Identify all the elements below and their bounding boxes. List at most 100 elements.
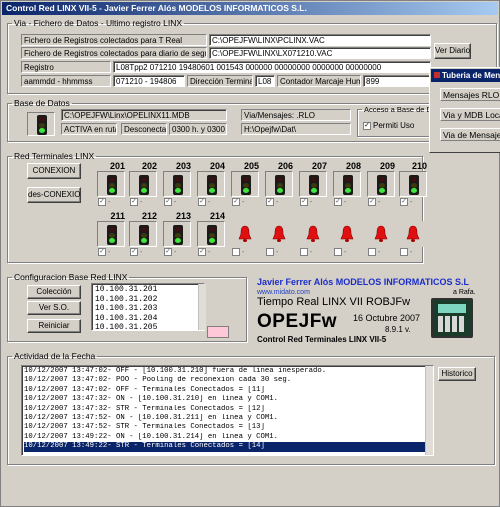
terminal-208[interactable]: 208 ✓ -	[333, 161, 361, 209]
direccion-field[interactable]: L08	[255, 75, 275, 87]
terminal-status-box[interactable]	[231, 221, 259, 247]
ip-item[interactable]: 10.100.31.205	[95, 323, 201, 330]
security-file-field[interactable]: C:\OPEJFW\LINX\LX071210.VAC	[209, 47, 431, 59]
realtime-file-field[interactable]: C:\OPEJFW\LINX\PCLINX.VAC	[209, 34, 431, 46]
terminal-slot[interactable]: -	[399, 211, 427, 259]
terminal-status-box[interactable]	[197, 171, 225, 197]
terminal-checkbox[interactable]: ✓ -	[98, 248, 124, 258]
terminal-202[interactable]: 202 ✓ -	[129, 161, 157, 209]
log-line[interactable]: 10/12/2007 13:47:52- ON - [10.100.31.211…	[24, 414, 431, 423]
terminal-201[interactable]: 201 ✓ -	[97, 161, 125, 209]
terminal-checkbox[interactable]: ✓ -	[130, 198, 156, 208]
terminal-slot[interactable]: -	[367, 211, 395, 259]
terminal-checkbox[interactable]: ✓ -	[400, 198, 426, 208]
terminal-status-box[interactable]	[299, 221, 327, 247]
terminal-status-box[interactable]	[129, 171, 157, 197]
activity-log[interactable]: 10/12/2007 13:47:02- OFF - [10.100.31.21…	[21, 365, 434, 456]
datetime-field[interactable]: 071210 - 194806	[113, 75, 185, 87]
ip-list[interactable]: 10.100.31.201 10.100.31.202 10.100.31.20…	[91, 283, 205, 331]
terminal-209[interactable]: 209 ✓ -	[367, 161, 395, 209]
terminal-checkbox[interactable]: ✓ -	[164, 248, 190, 258]
terminal-slot[interactable]: -	[333, 211, 361, 259]
ip-item[interactable]: 10.100.31.202	[95, 295, 201, 305]
terminal-checkbox[interactable]: ✓ -	[98, 198, 124, 208]
ip-item[interactable]: 10.100.31.203	[95, 304, 201, 314]
conexion-button[interactable]: CONEXION	[27, 163, 81, 179]
log-line[interactable]: 10/12/2007 13:47:02- OFF - [10.100.31.21…	[24, 367, 431, 376]
terminal-status-box[interactable]	[367, 171, 395, 197]
permit-checkbox[interactable]: ✓ Permiti Uso	[363, 120, 414, 131]
terminal-205[interactable]: 205 ✓ -	[231, 161, 259, 209]
terminal-slot[interactable]: -	[299, 211, 327, 259]
terminal-status-box[interactable]	[197, 221, 225, 247]
terminal-status-box[interactable]	[299, 171, 327, 197]
registro-field[interactable]: L08Tpp2 071210 19480601 001543 000000 00…	[113, 61, 431, 73]
log-scrollbar[interactable]	[425, 366, 433, 455]
terminal-checkbox[interactable]: -	[334, 248, 360, 258]
terminal-status-box[interactable]	[231, 171, 259, 197]
reiniciar-button[interactable]: Reiniciar	[27, 319, 81, 333]
menu-item-via-mdb[interactable]: Via y MDB Locales	[440, 108, 500, 121]
terminal-status-box[interactable]	[97, 171, 125, 197]
terminal-status-box[interactable]	[265, 171, 293, 197]
ver-diario-button[interactable]: Ver Diario	[434, 43, 471, 59]
terminal-status-box[interactable]	[97, 221, 125, 247]
log-line[interactable]: 10/12/2007 13:47:32- STR - Terminales Co…	[24, 405, 431, 414]
terminal-checkbox[interactable]: ✓ -	[164, 198, 190, 208]
terminal-number	[265, 211, 293, 221]
terminal-203[interactable]: 203 ✓ -	[163, 161, 191, 209]
historico-button[interactable]: Historico	[438, 367, 476, 381]
terminal-checkbox[interactable]: ✓ -	[130, 248, 156, 258]
terminal-status-box[interactable]	[333, 221, 361, 247]
log-line[interactable]: 10/12/2007 13:47:02- POO - Pooling de re…	[24, 376, 431, 385]
menu-item-rlo[interactable]: Mensajes RLO T.Real	[440, 88, 500, 101]
terminal-status-box[interactable]	[163, 171, 191, 197]
terminal-checkbox[interactable]: -	[368, 248, 394, 258]
terminal-checkbox[interactable]: ✓ -	[334, 198, 360, 208]
log-line[interactable]: 10/12/2007 13:47:02- OFF - Terminales Co…	[24, 386, 431, 395]
ip-list-scrollbar[interactable]	[198, 284, 206, 330]
terminal-status-box[interactable]	[265, 221, 293, 247]
db-status-hours: 0300 h. y 0300 h.	[169, 123, 227, 135]
desconexion-button[interactable]: des-CONEXION	[27, 187, 81, 203]
terminal-status-box[interactable]	[129, 221, 157, 247]
terminal-204[interactable]: 204 ✓ -	[197, 161, 225, 209]
terminal-status-box[interactable]	[399, 171, 427, 197]
log-line-selected[interactable]: 10/12/2007 13:49:22- STR - Terminales Co…	[24, 442, 431, 452]
terminal-checkbox[interactable]: -	[300, 248, 326, 258]
ver-so-button[interactable]: Ver S.O.	[27, 301, 81, 315]
terminal-213[interactable]: 213 ✓ -	[163, 211, 191, 259]
check-icon: ✓	[334, 198, 342, 207]
ip-item[interactable]: 10.100.31.204	[95, 314, 201, 324]
log-line[interactable]: 10/12/2007 13:47:32- ON - [10.100.31.210…	[24, 395, 431, 404]
terminal-slot[interactable]: -	[265, 211, 293, 259]
menu-item-via-lx[interactable]: Via de Mensajes LX	[440, 128, 500, 141]
terminal-checkbox[interactable]: ✓ -	[266, 198, 292, 208]
terminal-checkbox[interactable]: ✓ -	[232, 198, 258, 208]
product-name: Tiempo Real LINX VII ROBJFw	[257, 296, 411, 308]
terminal-checkbox[interactable]: -	[232, 248, 258, 258]
terminal-207[interactable]: 207 ✓ -	[299, 161, 327, 209]
coleccion-button[interactable]: Colección	[27, 285, 81, 299]
terminal-status-box[interactable]	[333, 171, 361, 197]
terminal-checkbox[interactable]: ✓ -	[198, 248, 224, 258]
terminal-status-box[interactable]	[163, 221, 191, 247]
terminal-slot[interactable]: -	[231, 211, 259, 259]
check-icon: ✓	[400, 198, 408, 207]
ip-item[interactable]: 10.100.31.201	[95, 285, 201, 295]
terminal-212[interactable]: 212 ✓ -	[129, 211, 157, 259]
log-line[interactable]: 10/12/2007 13:49:22- ON - [10.100.31.214…	[24, 433, 431, 442]
contador-field[interactable]: 899	[363, 75, 431, 87]
terminal-211[interactable]: 211 ✓ -	[97, 211, 125, 259]
terminal-status-box[interactable]	[367, 221, 395, 247]
terminal-checkbox[interactable]: -	[266, 248, 292, 258]
terminal-checkbox[interactable]: ✓ -	[300, 198, 326, 208]
log-line[interactable]: 10/12/2007 13:47:52- STR - Terminales Co…	[24, 423, 431, 432]
terminal-checkbox[interactable]: -	[400, 248, 426, 258]
terminal-206[interactable]: 206 ✓ -	[265, 161, 293, 209]
terminal-checkbox[interactable]: ✓ -	[198, 198, 224, 208]
terminal-214[interactable]: 214 ✓ -	[197, 211, 225, 259]
terminal-checkbox[interactable]: ✓ -	[368, 198, 394, 208]
terminal-210[interactable]: 210 ✓ -	[399, 161, 427, 209]
terminal-status-box[interactable]	[399, 221, 427, 247]
